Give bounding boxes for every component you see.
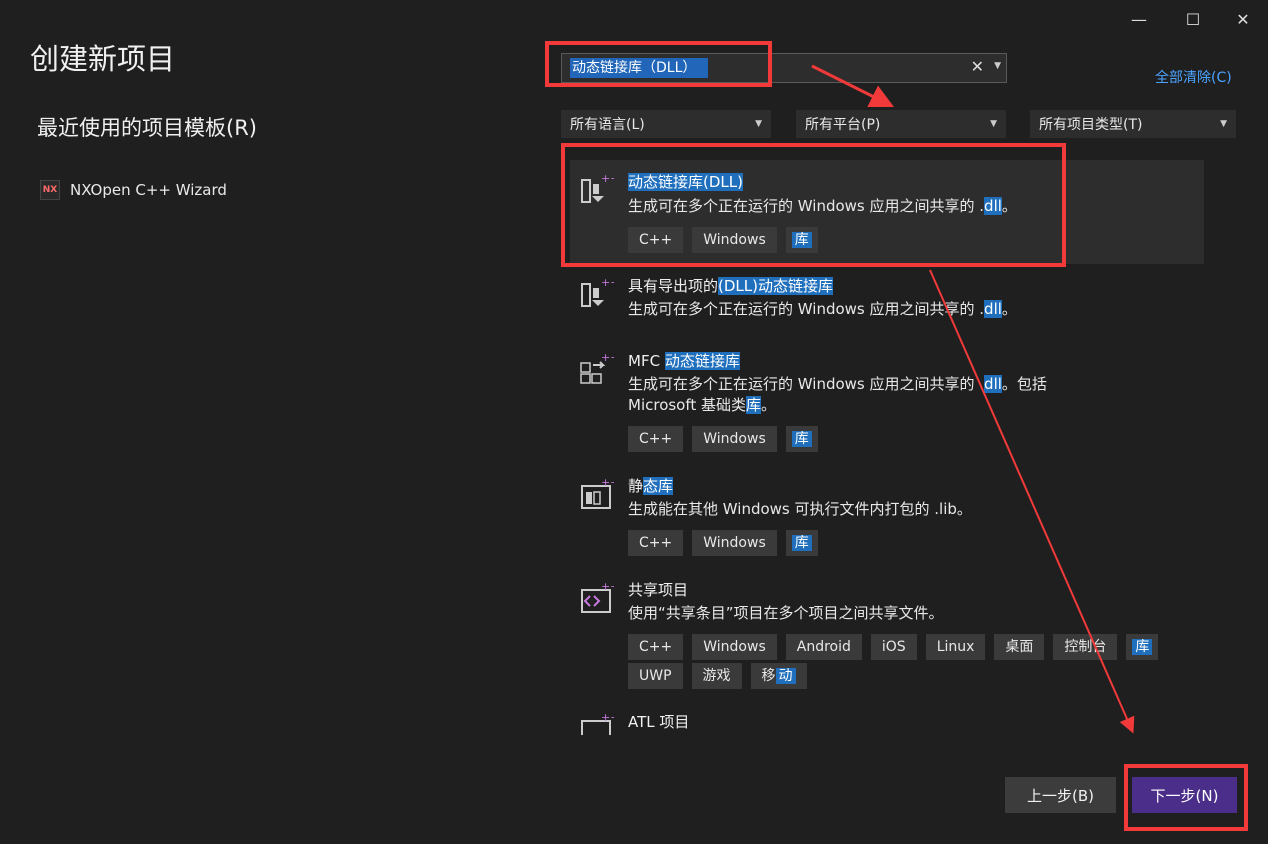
template-description: 生成可在多个正在运行的 Windows 应用之间共享的 .dll。 [628, 197, 1017, 215]
template-tags: C++ Windows Android iOS Linux 桌面 控制台 库 [628, 634, 1188, 660]
maximize-icon: ☐ [1185, 9, 1201, 29]
prev-button[interactable]: 上一步(B) [1005, 777, 1116, 813]
tag: 库 [785, 426, 818, 452]
svg-text:++: ++ [601, 476, 614, 489]
tag: C++ [628, 634, 684, 660]
tag: Windows [692, 530, 777, 556]
language-filter[interactable]: 所有语言(L) ▼ [561, 110, 771, 138]
template-mfc-dll[interactable]: ++ MFC 动态链接库 生成可在多个正在运行的 Windows 应用之间共享的… [570, 343, 1204, 458]
next-button[interactable]: 下一步(N) [1132, 777, 1237, 813]
minimize-icon: — [1131, 9, 1147, 29]
search-value: 动态链接库（DLL） [570, 58, 709, 78]
template-name: MFC 动态链接库 [628, 352, 740, 370]
svg-text:++: ++ [601, 351, 614, 364]
template-shared-project[interactable]: ++ 共享项目 使用“共享条目”项目在多个项目之间共享文件。 C++ Windo… [570, 572, 1204, 697]
tag: Windows [692, 426, 777, 452]
template-name: 共享项目 [628, 581, 689, 599]
platform-filter-label: 所有平台(P) [805, 117, 881, 133]
tag: 库 [785, 227, 818, 253]
template-description: 使用“共享条目”项目在多个项目之间共享文件。 [628, 604, 944, 622]
search-history-dropdown-icon[interactable]: ▼ [994, 61, 1001, 71]
clear-all-link[interactable]: 全部清除(C) [1155, 67, 1232, 87]
maximize-button[interactable]: ☐ [1170, 4, 1216, 34]
recent-template-label: NXOpen C++ Wizard [70, 181, 227, 199]
tag: Linux [925, 634, 986, 660]
tag: iOS [870, 634, 917, 660]
template-name: ATL 项目 [628, 713, 690, 731]
template-dll[interactable]: ++ 动态链接库(DLL) 生成可在多个正在运行的 Windows 应用之间共享… [570, 160, 1204, 264]
chevron-down-icon: ▼ [990, 119, 997, 129]
svg-text:++: ++ [601, 711, 614, 724]
tag: 库 [785, 530, 818, 556]
project-type-filter[interactable]: 所有项目类型(T) ▼ [1030, 110, 1236, 138]
tag: 库 [1126, 634, 1159, 660]
dll-template-icon: ++ [581, 276, 614, 307]
template-name: 静态库 [628, 477, 674, 495]
template-tags: C++ Windows 库 [628, 530, 1188, 556]
template-name: 具有导出项的(DLL)动态链接库 [628, 277, 833, 295]
template-static-lib[interactable]: ++ 静态库 生成能在其他 Windows 可执行文件内打包的 .lib。 C+… [570, 468, 1204, 560]
page-title: 创建新项目 [30, 42, 176, 76]
template-tags: C++ Windows 库 [628, 227, 1188, 253]
shared-project-icon: ++ [581, 580, 614, 613]
svg-text:++: ++ [601, 172, 614, 185]
tag: Windows [692, 634, 777, 660]
mfc-template-icon: ++ [580, 351, 614, 384]
template-dll-with-exports[interactable]: ++ 具有导出项的(DLL)动态链接库 生成可在多个正在运行的 Windows … [570, 268, 1204, 328]
search-input[interactable]: 动态链接库（DLL） ✕ ▼ [561, 53, 1007, 83]
template-tags: C++ Windows 库 [628, 426, 1188, 452]
tag: UWP [628, 663, 683, 689]
template-description: 生成能在其他 Windows 可执行文件内打包的 .lib。 [628, 500, 972, 518]
recent-template-item[interactable]: NX NXOpen C++ Wizard [40, 180, 227, 200]
svg-text:++: ++ [601, 580, 614, 593]
language-filter-label: 所有语言(L) [570, 117, 645, 133]
template-description: 生成可在多个正在运行的 Windows 应用之间共享的 .dll。 [628, 300, 1017, 318]
template-tags-row2: UWP 游戏 移动 [628, 663, 1188, 689]
static-library-icon: ++ [581, 476, 614, 509]
list-clip [570, 735, 1204, 749]
chevron-down-icon: ▼ [755, 119, 762, 129]
tag: C++ [628, 530, 684, 556]
close-icon: ✕ [1236, 9, 1250, 29]
tag: 游戏 [691, 663, 742, 689]
close-button[interactable]: ✕ [1220, 4, 1266, 34]
tag: C++ [628, 426, 684, 452]
platform-filter[interactable]: 所有平台(P) ▼ [796, 110, 1006, 138]
clear-search-icon[interactable]: ✕ [971, 57, 984, 76]
tag: C++ [628, 227, 684, 253]
tag: 移动 [750, 663, 807, 689]
template-description: 生成可在多个正在运行的 Windows 应用之间共享的 .dll。包括 Micro… [628, 375, 1047, 414]
dll-template-icon: ++ [581, 172, 614, 203]
tag: Android [785, 634, 862, 660]
project-type-filter-label: 所有项目类型(T) [1039, 117, 1143, 133]
tag: Windows [692, 227, 777, 253]
tag: 桌面 [994, 634, 1045, 660]
minimize-button[interactable]: — [1116, 4, 1162, 34]
nx-icon: NX [40, 180, 60, 200]
tag: 控制台 [1053, 634, 1118, 660]
recent-templates-heading: 最近使用的项目模板(R) [37, 116, 257, 140]
template-name: 动态链接库(DLL) [628, 173, 743, 191]
svg-text:++: ++ [601, 276, 614, 289]
chevron-down-icon: ▼ [1220, 119, 1227, 129]
